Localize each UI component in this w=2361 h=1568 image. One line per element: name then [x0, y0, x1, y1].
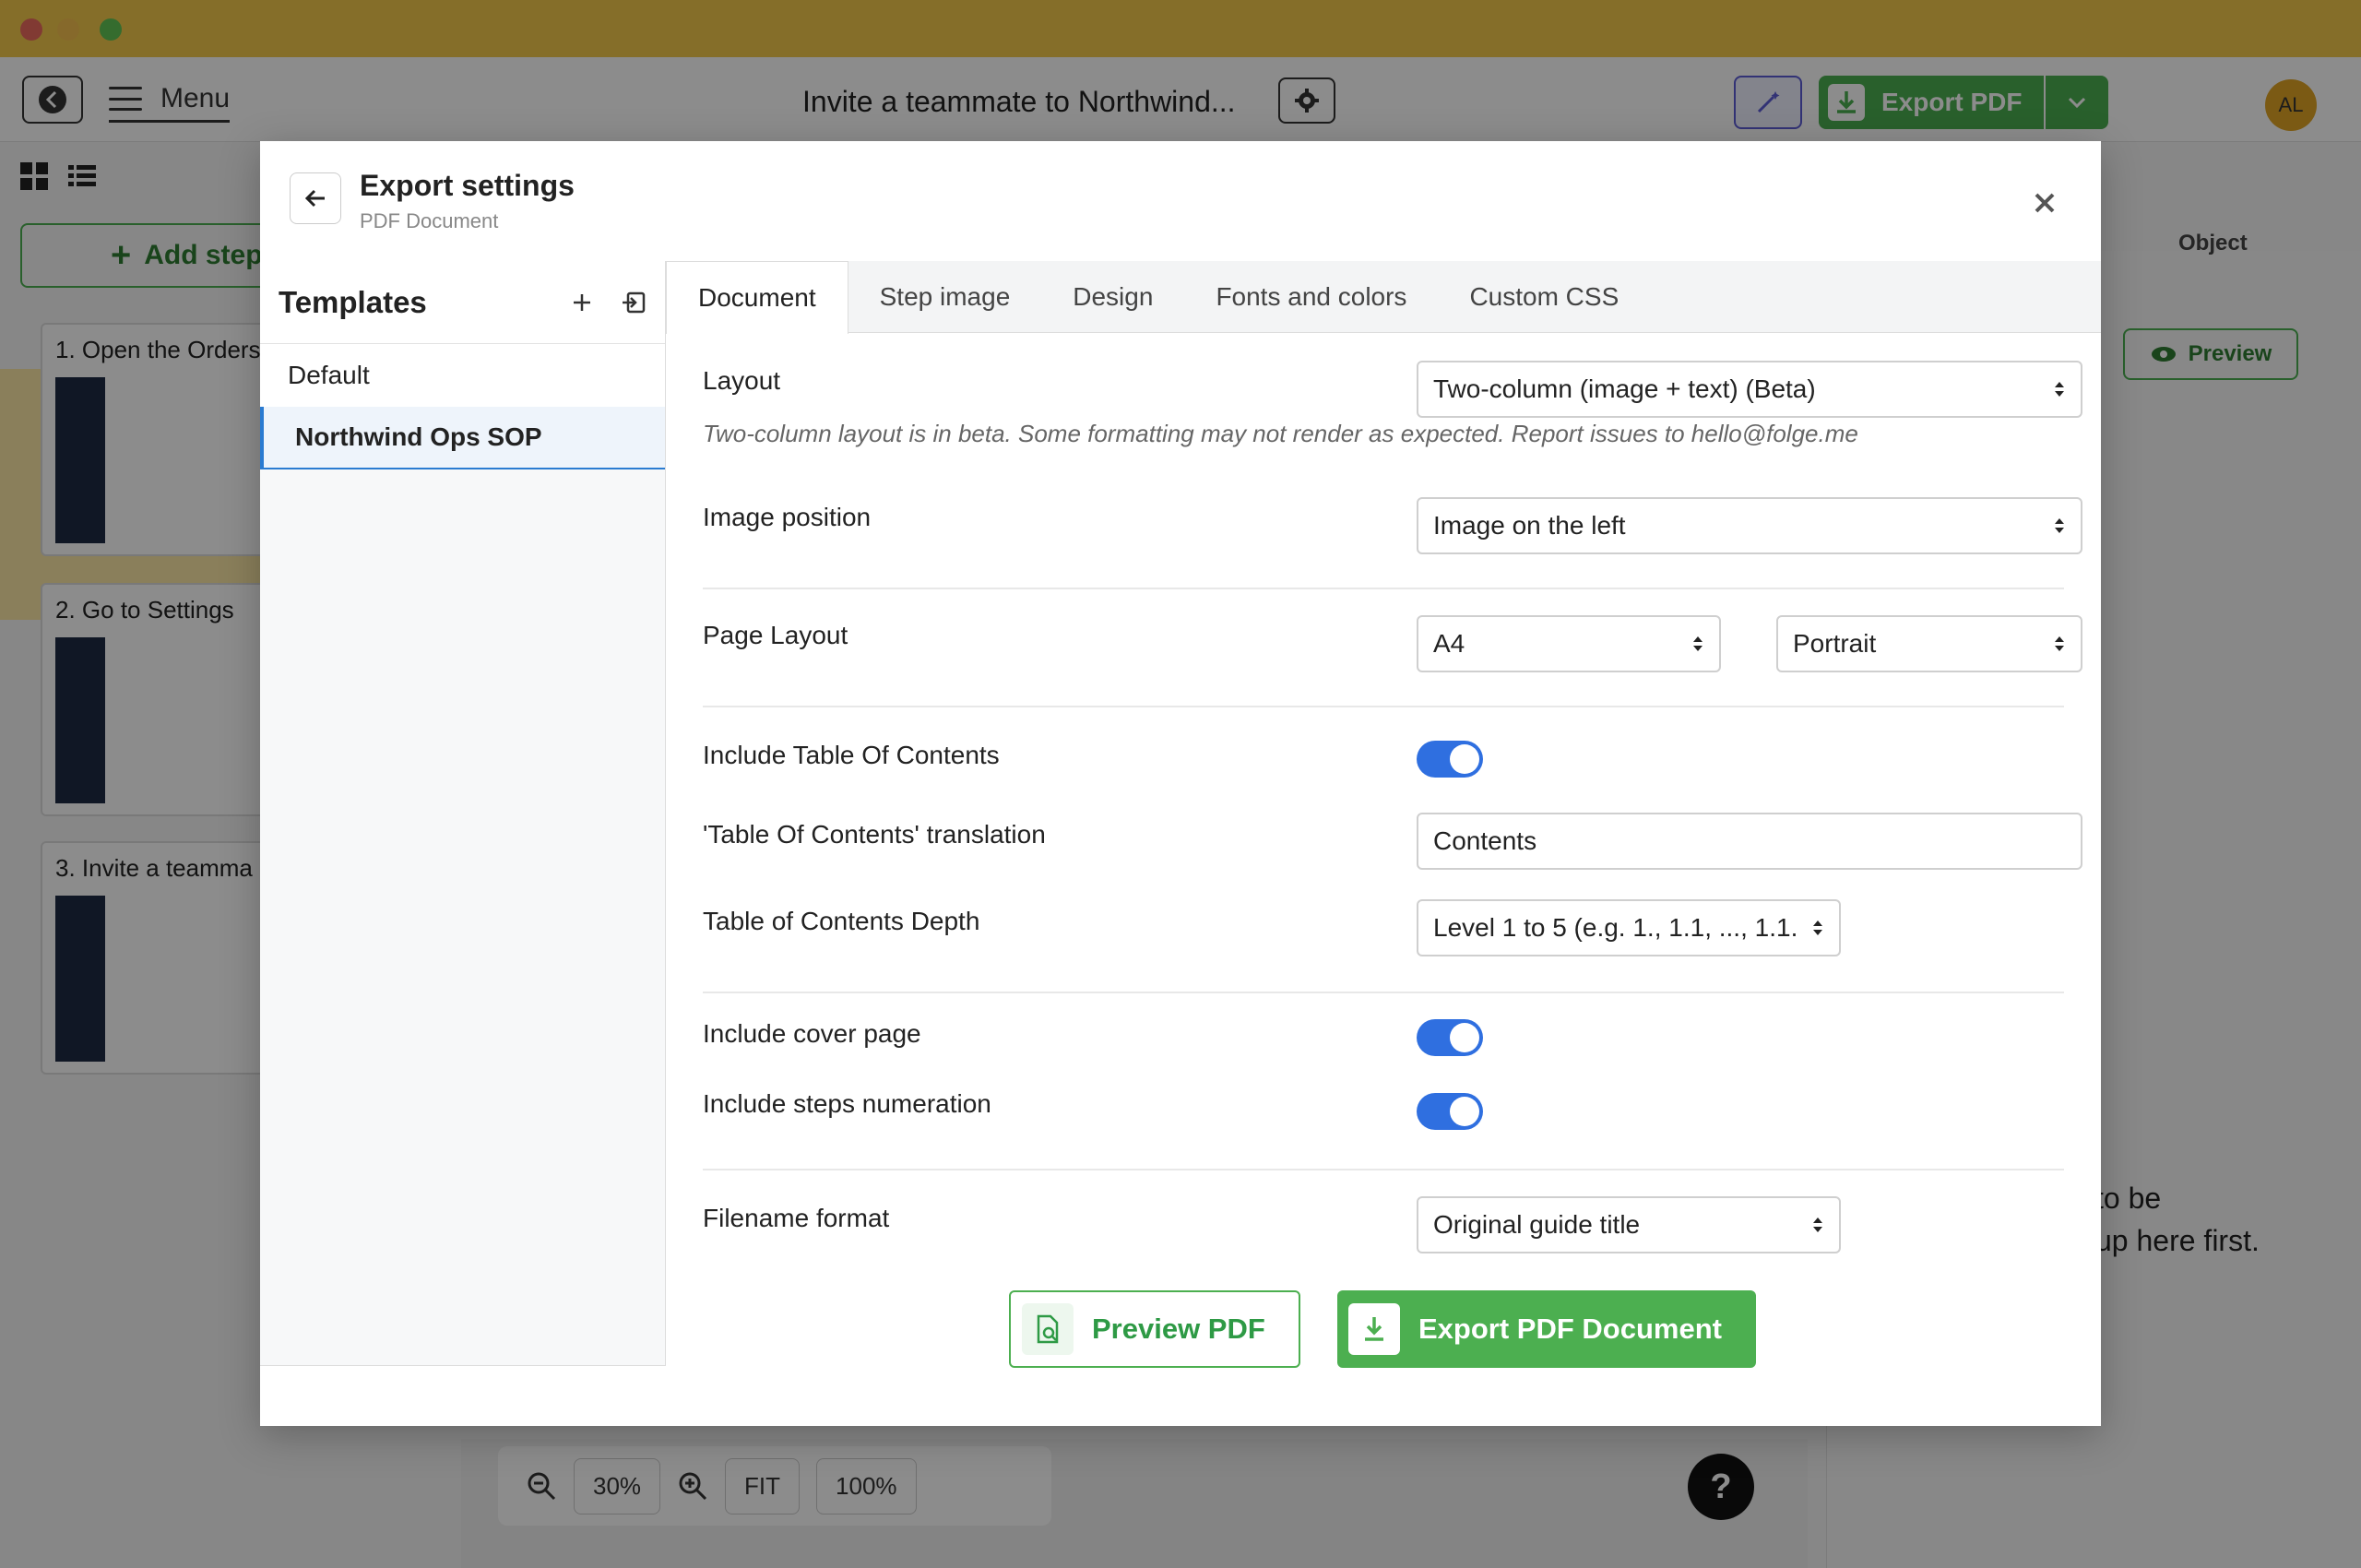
- select-arrows-icon: [2053, 634, 2066, 654]
- dialog-back-button[interactable]: [290, 172, 341, 224]
- template-item-default[interactable]: Default: [260, 344, 665, 407]
- templates-header: Templates: [260, 261, 665, 344]
- download-icon: [1348, 1303, 1400, 1355]
- templates-heading: Templates: [279, 284, 427, 319]
- divider: [703, 706, 2064, 707]
- close-icon[interactable]: [2031, 189, 2058, 217]
- export-settings-dialog: Export settings PDF Document Templates D…: [260, 141, 2101, 1426]
- settings-tabs: Document Step image Design Fonts and col…: [666, 261, 2101, 334]
- page-layout-label: Page Layout: [703, 621, 848, 649]
- numeration-label: Include steps numeration: [703, 1089, 991, 1118]
- select-arrows-icon: [1811, 918, 1824, 938]
- toc-translation-value: Contents: [1433, 826, 1537, 855]
- file-search-icon: [1022, 1303, 1074, 1355]
- toc-toggle[interactable]: [1417, 741, 1483, 778]
- toc-translation-label: 'Table Of Contents' translation: [703, 820, 1046, 849]
- layout-value: Two-column (image + text) (Beta): [1433, 374, 1816, 403]
- select-arrows-icon: [1691, 634, 1704, 654]
- select-arrows-icon: [1811, 1215, 1824, 1235]
- toc-depth-value: Level 1 to 5 (e.g. 1., 1.1, ..., 1.1.1.1…: [1433, 913, 1798, 942]
- numeration-toggle[interactable]: [1417, 1093, 1483, 1130]
- orientation-value: Portrait: [1793, 629, 1877, 658]
- image-position-value: Image on the left: [1433, 511, 1626, 540]
- tab-document[interactable]: Document: [666, 261, 848, 334]
- filename-format-value: Original guide title: [1433, 1210, 1641, 1239]
- template-item-northwind[interactable]: Northwind Ops SOP: [260, 407, 665, 469]
- import-template-icon[interactable]: [621, 291, 647, 315]
- tab-custom-css[interactable]: Custom CSS: [1438, 261, 1650, 333]
- tab-design[interactable]: Design: [1041, 261, 1184, 333]
- templates-panel: Templates Default Northwind Ops SOP: [260, 261, 666, 1366]
- export-pdf-document-button[interactable]: Export PDF Document: [1337, 1290, 1756, 1368]
- select-arrows-icon: [2053, 379, 2066, 399]
- tab-fonts-colors[interactable]: Fonts and colors: [1184, 261, 1438, 333]
- layout-beta-note: Two-column layout is in beta. Some forma…: [703, 420, 1858, 447]
- layout-label: Layout: [703, 366, 781, 395]
- preview-pdf-button[interactable]: Preview PDF: [1009, 1290, 1300, 1368]
- image-position-select[interactable]: Image on the left: [1417, 497, 2082, 554]
- toc-depth-label: Table of Contents Depth: [703, 907, 980, 935]
- page-size-select[interactable]: A4: [1417, 615, 1721, 672]
- toc-depth-select[interactable]: Level 1 to 5 (e.g. 1., 1.1, ..., 1.1.1.1…: [1417, 899, 1841, 956]
- select-arrows-icon: [2053, 516, 2066, 536]
- tab-step-image[interactable]: Step image: [848, 261, 1042, 333]
- cover-page-label: Include cover page: [703, 1019, 921, 1048]
- filename-format-label: Filename format: [703, 1204, 890, 1232]
- add-template-icon[interactable]: [571, 291, 593, 314]
- cover-page-toggle[interactable]: [1417, 1019, 1483, 1056]
- preview-pdf-label: Preview PDF: [1092, 1313, 1265, 1345]
- divider: [703, 992, 2064, 993]
- layout-select[interactable]: Two-column (image + text) (Beta): [1417, 361, 2082, 418]
- page-size-value: A4: [1433, 629, 1465, 658]
- arrow-left-icon: [304, 189, 325, 208]
- toc-label: Include Table Of Contents: [703, 741, 1000, 769]
- orientation-select[interactable]: Portrait: [1776, 615, 2082, 672]
- image-position-label: Image position: [703, 503, 872, 531]
- dialog-title: Export settings: [360, 169, 575, 202]
- toc-translation-input[interactable]: Contents: [1417, 813, 2082, 870]
- divider: [703, 1169, 2064, 1170]
- divider: [703, 588, 2064, 589]
- filename-format-select[interactable]: Original guide title: [1417, 1196, 1841, 1253]
- export-pdf-document-label: Export PDF Document: [1418, 1313, 1722, 1345]
- dialog-subtitle: PDF Document: [360, 209, 499, 232]
